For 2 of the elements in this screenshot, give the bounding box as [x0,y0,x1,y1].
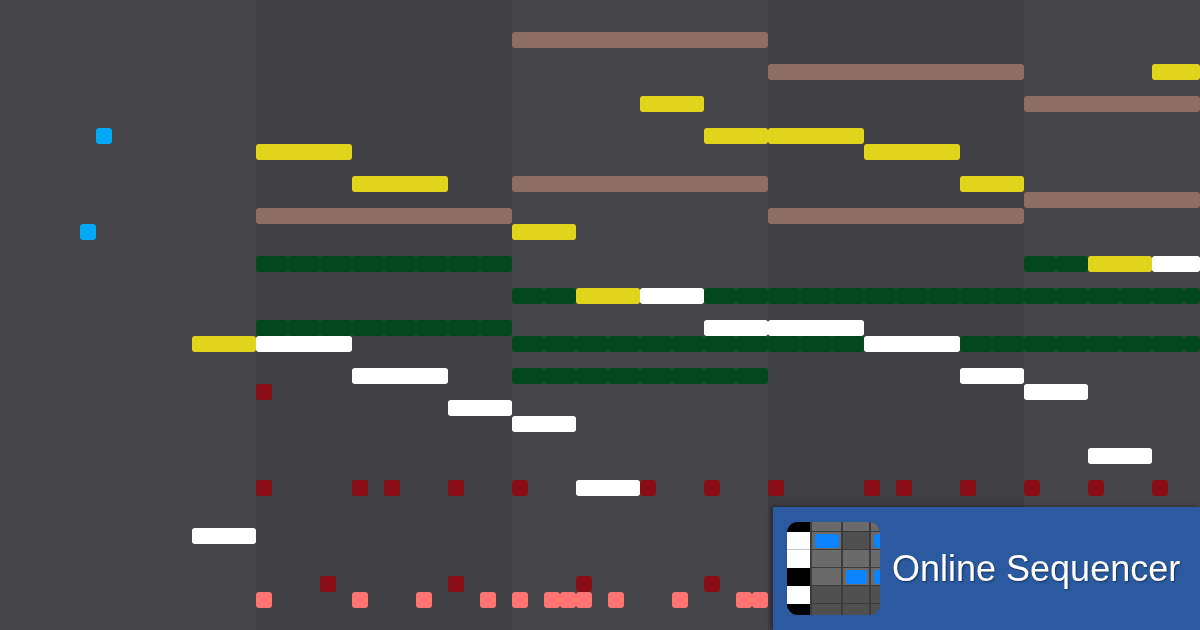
piano-grid-icon [787,522,880,615]
brand-name: Online Sequencer [892,547,1181,590]
